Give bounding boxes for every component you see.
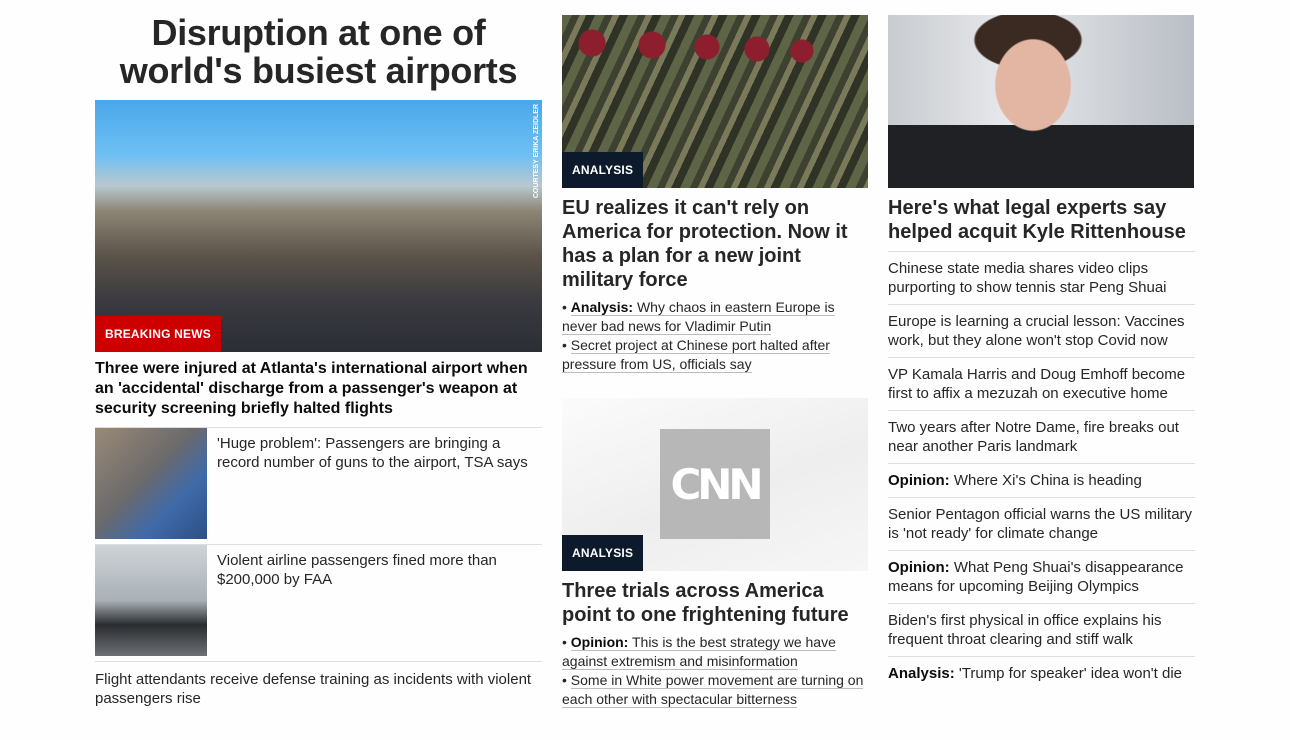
list-item-text[interactable]: Chinese state media shares video clips p… (888, 260, 1167, 296)
cnn-placeholder-image[interactable]: CNN ANALYSIS (562, 398, 868, 571)
bullet-text[interactable]: Secret project at Chinese port halted af… (562, 337, 830, 373)
airport-photo[interactable]: COURTESY ERIKA ZEIDLER BREAKING NEWS (95, 100, 542, 352)
lead-section-title[interactable]: Disruption at one of world's busiest air… (95, 14, 542, 90)
analysis-badge: ANALYSIS (562, 535, 644, 571)
right-column: Here's what legal experts say helped acq… (888, 0, 1195, 690)
card-headline[interactable]: Three trials across America point to one… (562, 579, 868, 627)
list-item[interactable]: Chinese state media shares video clips p… (888, 251, 1195, 304)
related-story-text[interactable]: 'Huge problem': Passengers are bringing … (217, 428, 542, 539)
bullet-prefix: Analysis: (570, 299, 634, 315)
list-item[interactable]: Europe is learning a crucial lesson: Vac… (888, 304, 1195, 357)
list-item[interactable]: VP Kamala Harris and Doug Emhoff become … (888, 357, 1195, 410)
list-item[interactable]: Biden's first physical in office explain… (888, 603, 1195, 656)
list-item-prefix: Analysis: (888, 665, 955, 682)
middle-column: ANALYSIS EU realizes it can't rely on Am… (562, 0, 868, 709)
list-item-text[interactable]: VP Kamala Harris and Doug Emhoff become … (888, 366, 1185, 402)
bullet-prefix: Opinion: (570, 634, 629, 650)
list-item[interactable]: Senior Pentagon official warns the US mi… (888, 497, 1195, 550)
list-item-prefix: Opinion: (888, 472, 950, 489)
card-headline[interactable]: Here's what legal experts say helped acq… (888, 196, 1195, 244)
headline-list: Chinese state media shares video clips p… (888, 251, 1195, 690)
lead-column: Disruption at one of world's busiest air… (95, 0, 542, 708)
list-item-text[interactable]: Biden's first physical in office explain… (888, 612, 1162, 648)
list-item[interactable]: Two years after Notre Dame, fire breaks … (888, 410, 1195, 463)
soldiers-photo[interactable]: ANALYSIS (562, 15, 868, 188)
bullet-item[interactable]: • Some in White power movement are turni… (562, 671, 868, 709)
lead-headline[interactable]: Three were injured at Atlanta's internat… (95, 359, 542, 419)
courtroom-photo[interactable] (888, 15, 1194, 188)
list-item[interactable]: Opinion: What Peng Shuai's disappearance… (888, 550, 1195, 603)
photo-credit: COURTESY ERIKA ZEIDLER (533, 104, 540, 199)
list-item-text[interactable]: Europe is learning a crucial lesson: Vac… (888, 313, 1185, 349)
breaking-news-badge: BREAKING NEWS (95, 316, 221, 352)
gun-thumbnail[interactable] (95, 428, 207, 539)
bullet-item[interactable]: • Secret project at Chinese port halted … (562, 336, 868, 374)
list-item[interactable]: Opinion: Where Xi's China is heading (888, 463, 1195, 497)
related-story-text[interactable]: Flight attendants receive defense traini… (95, 661, 542, 708)
card-bullets: • Analysis: Why chaos in eastern Europe … (562, 298, 868, 374)
bullet-item[interactable]: • Opinion: This is the best strategy we … (562, 633, 868, 671)
related-story[interactable]: Violent airline passengers fined more th… (95, 544, 542, 656)
list-item-text[interactable]: Two years after Notre Dame, fire breaks … (888, 419, 1179, 455)
list-item-text[interactable]: 'Trump for speaker' idea won't die (959, 665, 1182, 682)
related-story[interactable]: 'Huge problem': Passengers are bringing … (95, 427, 542, 539)
cnn-logo: CNN (660, 429, 770, 539)
related-story-text[interactable]: Violent airline passengers fined more th… (217, 545, 542, 656)
analysis-badge: ANALYSIS (562, 152, 644, 188)
card-bullets: • Opinion: This is the best strategy we … (562, 633, 868, 709)
bullet-item[interactable]: • Analysis: Why chaos in eastern Europe … (562, 298, 868, 336)
passengers-thumbnail[interactable] (95, 545, 207, 656)
list-item-prefix: Opinion: (888, 559, 950, 576)
bullet-text[interactable]: Some in White power movement are turning… (562, 672, 864, 708)
list-item-text[interactable]: Where Xi's China is heading (954, 472, 1142, 489)
card-headline[interactable]: EU realizes it can't rely on America for… (562, 196, 868, 292)
list-item-text[interactable]: Senior Pentagon official warns the US mi… (888, 506, 1192, 542)
list-item[interactable]: Analysis: 'Trump for speaker' idea won't… (888, 656, 1195, 690)
